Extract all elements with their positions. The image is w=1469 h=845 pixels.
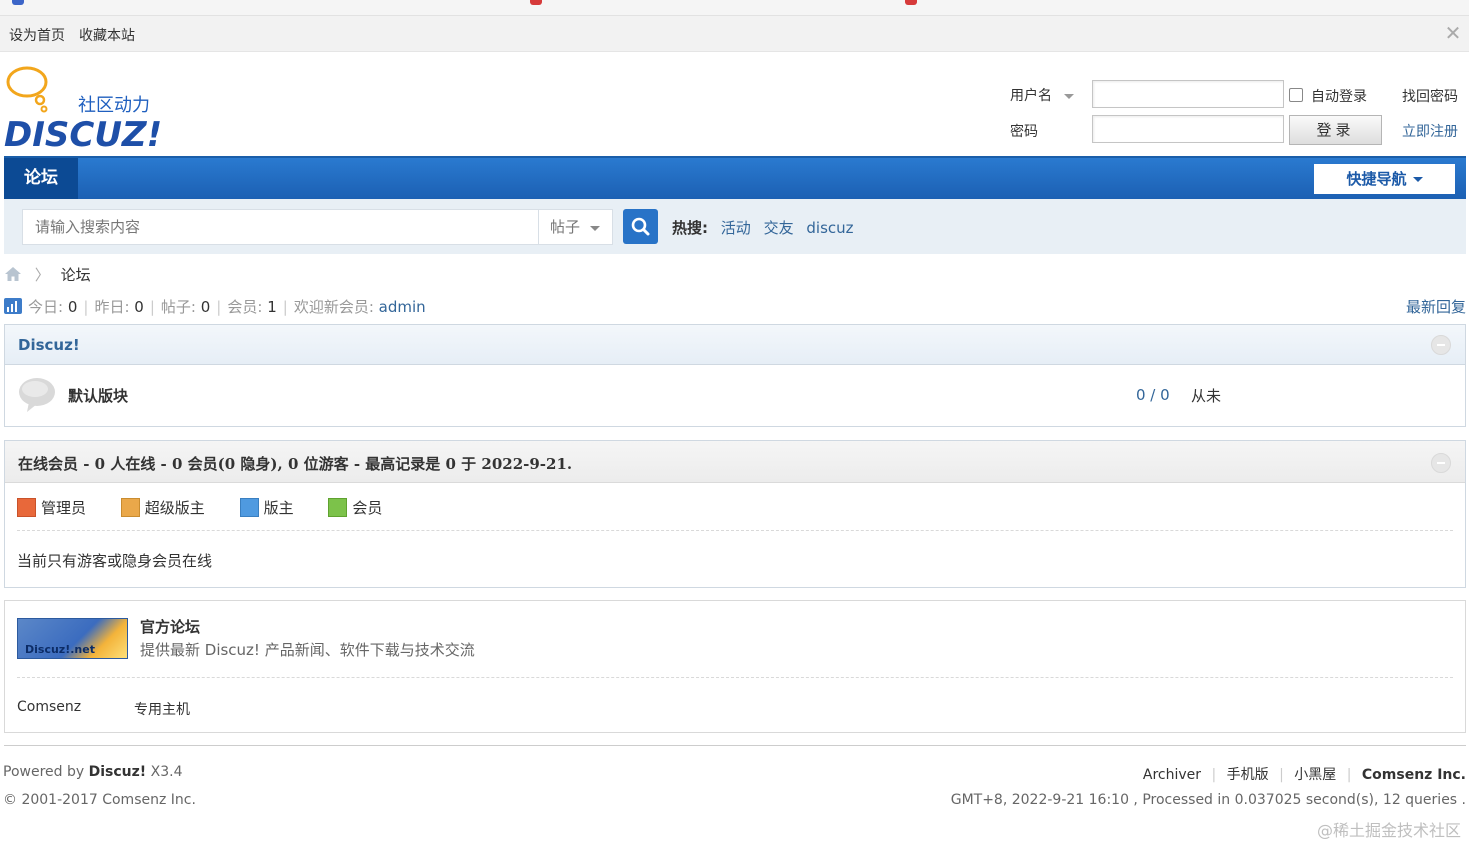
official-forum-desc: 提供最新 Discuz! 产品新闻、软件下载与技术交流 [140,641,475,659]
search-input[interactable]: 请输入搜索内容 [22,209,539,245]
password-label: 密码 [1010,124,1038,140]
divider [17,677,1453,678]
breadcrumb: 〉 论坛 [4,264,91,286]
friend-links: Discuz!.net 官方论坛 提供最新 Discuz! 产品新闻、软件下载与… [4,600,1466,733]
collapse-icon[interactable] [1431,453,1451,473]
posts-count: 0 [200,298,211,316]
legend-member: 会员 [328,498,382,517]
online-members: 在线会员 - 0 人在线 - 0 会员(0 隐身), 0 位游客 - 最高记录是… [4,440,1466,588]
admin-user-icon [17,498,36,517]
login-button[interactable]: 登录 [1289,115,1382,145]
newest-member-link[interactable]: admin [379,298,426,316]
hot-search: 热搜: 活动 交友 discuz [672,217,854,238]
yesterday-count: 0 [134,298,144,316]
newest-member-label: 欢迎新会员: [293,298,374,316]
powered-prefix: Powered by [3,764,85,780]
chevron-down-icon [1064,93,1075,99]
legend-mod: 版主 [239,498,294,517]
bookmark-site-link[interactable]: 收藏本站 [79,25,135,45]
copyright: © 2001-2017 Comsenz Inc. [3,792,196,808]
discuz-net-banner[interactable]: Discuz!.net [17,618,128,659]
site-logo[interactable]: 社区动力 DISCUZ! [4,62,174,155]
forum-row: 默认版块 0 / 0 从未 [5,365,1465,425]
online-header: 在线会员 - 0 人在线 - 0 会员(0 隐身), 0 位游客 - 最高记录是… [5,441,1465,483]
members-label: 会员: [227,298,263,316]
text-link-comsenz[interactable]: Comsenz [17,699,81,715]
forum-counts: 0 / 0 [1136,386,1170,404]
logo-subtitle: 社区动力 [78,95,150,116]
mod-user-icon [239,498,259,517]
mobile-link[interactable]: 手机版 [1227,767,1269,783]
forum-name-link[interactable]: 默认版块 [68,385,128,406]
footer-divider [4,745,1466,746]
search-type-label: 帖子 [550,218,581,236]
stats-chart-icon [4,298,22,314]
collapse-icon[interactable] [1431,335,1451,355]
main-nav: 论坛 快捷导航 [4,156,1466,199]
powered-by: Powered by Discuz! X3.4 [3,764,182,780]
set-homepage-link[interactable]: 设为首页 [9,25,65,45]
quick-nav-button[interactable]: 快捷导航 [1314,164,1455,194]
home-icon[interactable] [4,266,22,282]
auto-login-checkbox[interactable] [1289,88,1303,102]
auto-login-label[interactable]: 自动登录 [1311,86,1367,106]
forum-last-post: 从未 [1191,387,1222,405]
today-count: 0 [67,298,78,316]
official-forum-link[interactable]: 官方论坛 [140,616,200,637]
register-link[interactable]: 立即注册 [1402,121,1458,141]
tab-forum[interactable]: 论坛 [4,158,78,199]
member-user-icon [328,498,348,517]
forum-status-icon [19,378,55,412]
hot-term[interactable]: discuz [806,219,853,237]
logo-brand: DISCUZ! [4,115,162,150]
hot-term[interactable]: 活动 [721,219,751,237]
watermark: @稀土掘金技术社区 [1316,821,1461,840]
today-label: 今日: [28,298,64,316]
password-input[interactable] [1092,115,1284,143]
search-icon [631,217,650,236]
processed-info: GMT+8, 2022-9-21 16:10 , Processed in 0.… [950,792,1466,808]
breadcrumb-separator: 〉 [34,266,50,284]
browser-bookmark-strip [0,0,1469,16]
super-mod-user-icon [120,498,140,517]
close-icon[interactable]: ✕ [1443,23,1463,43]
powered-brand-link[interactable]: Discuz! [89,764,147,780]
divider [17,530,1453,531]
members-count: 1 [267,298,277,316]
posts-label: 帖子: [160,298,196,316]
chevron-down-icon [1412,177,1423,182]
legend-admin: 管理员 [17,498,86,517]
discuz-logo-graphic: 社区动力 DISCUZ! [4,66,162,155]
breadcrumb-current[interactable]: 论坛 [61,266,91,284]
chevron-down-icon [590,226,600,231]
archiver-link[interactable]: Archiver [1143,767,1201,783]
category-title[interactable]: Discuz! [18,336,80,354]
online-title[interactable]: 在线会员 - 0 人在线 - 0 会员(0 隐身), 0 位游客 - 最高记录是… [18,453,572,474]
company-link[interactable]: Comsenz Inc. [1362,767,1466,783]
blacklist-link[interactable]: 小黑屋 [1294,767,1336,783]
online-message: 当前只有游客或隐身会员在线 [17,552,213,570]
forgot-password-link[interactable]: 找回密码 [1402,86,1458,106]
search-button[interactable] [623,209,658,244]
hot-term[interactable]: 交友 [764,219,794,237]
top-toolbar: 设为首页 收藏本站 ✕ [0,16,1469,52]
text-link-hosting[interactable]: 专用主机 [134,699,190,719]
username-label: 用户名 [1010,88,1052,104]
yesterday-label: 昨日: [94,298,130,316]
version-text: X3.4 [150,764,183,780]
footer-links: Archiver | 手机版 | 小黑屋 | Comsenz Inc. [1142,767,1466,783]
username-type-select[interactable]: 用户名 [1010,85,1075,105]
hot-search-label: 热搜: [672,219,708,237]
quick-nav-label: 快捷导航 [1346,170,1407,188]
username-input[interactable] [1092,80,1284,108]
online-legend: 管理员 超级版主 版主 会员 [17,497,382,518]
category-header: Discuz! [5,325,1465,365]
forum-stats: 今日: 0 | 昨日: 0 | 帖子: 0 | 会员: 1 | 欢迎新会员: admin [4,296,426,318]
forum-category: Discuz! 默认版块 0 / 0 从未 [4,324,1466,427]
banner-text: Discuz!.net [25,643,95,656]
search-bar: 请输入搜索内容 帖子 热搜: 活动 交友 discuz [4,199,1466,254]
search-type-select[interactable]: 帖子 [538,209,613,245]
legend-super-mod: 超级版主 [120,498,205,517]
latest-replies-link[interactable]: 最新回复 [1406,296,1466,317]
